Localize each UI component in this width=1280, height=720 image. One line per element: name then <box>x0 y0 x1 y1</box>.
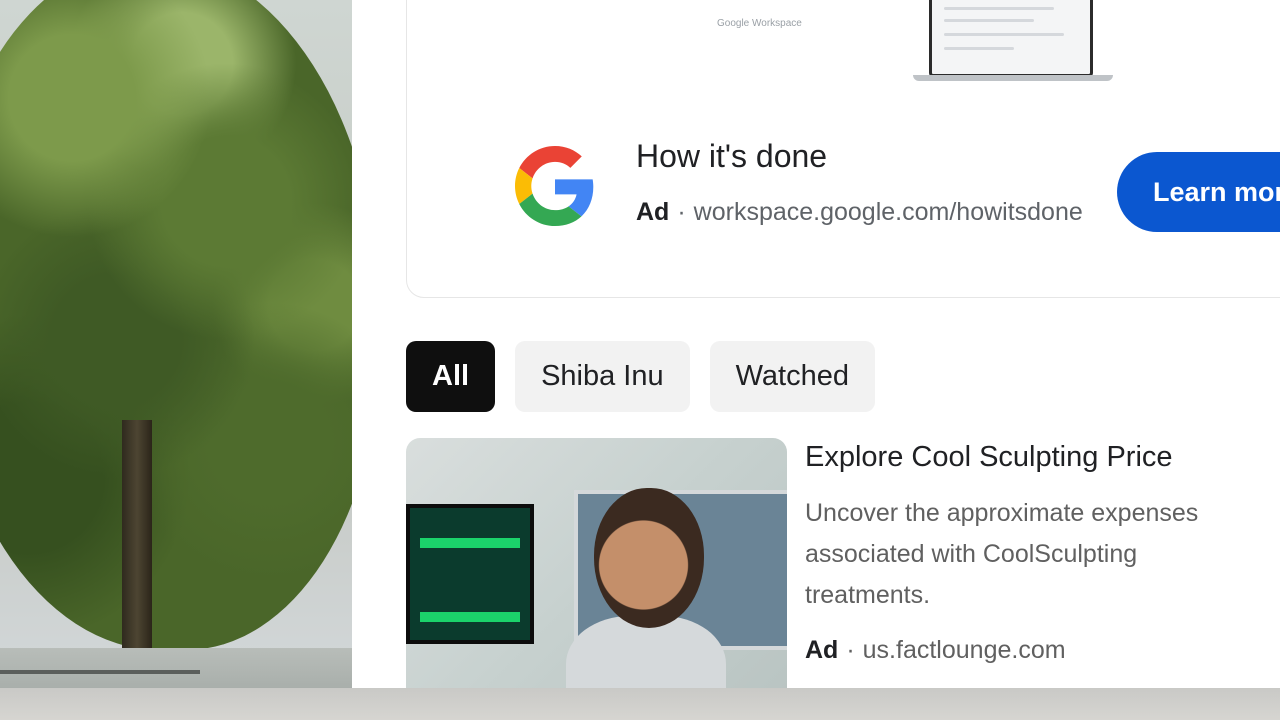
ad-badge: Ad <box>805 636 839 664</box>
ad-url[interactable]: workspace.google.com/howitsdone <box>694 198 1083 226</box>
background-fence <box>0 670 200 674</box>
ad-badge: Ad <box>636 198 670 226</box>
meta-separator: · <box>677 198 686 226</box>
video-player-area[interactable] <box>0 0 352 688</box>
second-ad-url[interactable]: us.factlounge.com <box>863 636 1066 664</box>
chip-watched[interactable]: Watched <box>709 341 875 412</box>
thumbnail-person-head <box>594 488 704 628</box>
feed-panel: Google Workspace i How it's done Ad·work… <box>352 0 1280 688</box>
filter-chips: All Shiba Inu Watched <box>406 341 875 412</box>
ad-hero-text: Google Workspace <box>717 18 802 29</box>
tree-image <box>0 0 352 650</box>
laptop-base <box>913 75 1113 81</box>
ad-meta: Ad · workspace.google.com/howitsdone <box>636 198 1091 227</box>
thumbnail-monitor-left <box>406 504 534 644</box>
second-ad-meta: Ad · us.factlounge.com <box>805 636 1066 665</box>
background-ground <box>0 648 352 688</box>
promoted-ad-card[interactable]: Google Workspace i How it's done Ad·work… <box>406 0 1280 298</box>
second-ad-description: Uncover the approximate expenses associa… <box>805 499 1199 609</box>
ad-title[interactable]: How it's done <box>636 138 827 175</box>
second-ad-title[interactable]: Explore Cool Sculpting Price <box>805 441 1173 474</box>
google-logo-icon <box>515 146 594 226</box>
ad-thumbnail[interactable] <box>406 438 787 688</box>
laptop-illustration <box>929 0 1093 77</box>
learn-more-button[interactable]: Learn more <box>1117 152 1280 232</box>
meta-separator: · <box>846 636 855 664</box>
chip-shiba-inu[interactable]: Shiba Inu <box>515 341 690 412</box>
chip-all[interactable]: All <box>406 341 496 412</box>
bottom-bar <box>0 688 1280 720</box>
